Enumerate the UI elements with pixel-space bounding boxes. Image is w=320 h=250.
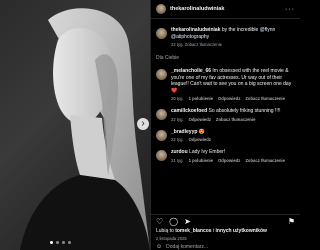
comment-user[interactable]: camillckoefoed — [171, 108, 207, 114]
translate-button[interactable]: Zobacz tłumaczenie — [216, 117, 256, 122]
reply-button[interactable]: Odpowiedz — [189, 117, 211, 122]
comments-list[interactable]: thekarolinaludwiniak by the incredible @… — [151, 20, 300, 214]
carousel-dot — [50, 241, 53, 244]
comment: _melancholie_66 Im obsessed with the ree… — [156, 68, 295, 101]
commenter-avatar[interactable] — [156, 69, 167, 80]
comment-user[interactable]: _bradleyyp — [171, 129, 197, 135]
comment-input[interactable] — [166, 244, 295, 250]
likes-summary[interactable]: Lubią to tomek_blancos i innych użytkown… — [156, 228, 295, 234]
comment-time: 20 tyg. — [171, 96, 184, 101]
comment: _bradleyyp 😍 22 tyg. Odpowiedz — [156, 128, 295, 142]
carousel-dot — [62, 241, 65, 244]
action-bar: ♡ ◯ ➤ ⚑ — [156, 215, 295, 228]
emoji-icon[interactable]: ☺ — [156, 244, 162, 250]
author-avatar[interactable] — [156, 4, 166, 14]
comment-user[interactable]: _melancholie_66 — [171, 68, 211, 74]
caption-meta: 22 tyg. Zobacz tłumaczenie — [171, 42, 222, 47]
likes-prefix: Lubią to — [156, 228, 174, 234]
caption-mention[interactable]: @flynn — [260, 27, 276, 33]
reply-button[interactable]: Odpowiedz — [218, 96, 240, 101]
carousel-dot — [56, 241, 59, 244]
translate-button[interactable]: Zobacz tłumaczenie — [245, 158, 285, 163]
comment-time: 22 tyg. — [171, 137, 184, 142]
post-footer: ♡ ◯ ➤ ⚑ Lubią to tomek_blancos i innych … — [151, 214, 300, 250]
likes-user[interactable]: tomek_blancos — [175, 228, 211, 234]
comment-time: 22 tyg. — [171, 116, 184, 122]
caption-text: by the incredible — [221, 27, 259, 33]
more-options-icon[interactable]: ··· — [285, 6, 295, 13]
carousel-dot — [68, 241, 71, 244]
author-name[interactable]: thekarolinaludwiniak — [170, 6, 224, 12]
post-header: thekarolinaludwiniak ··· — [151, 0, 300, 19]
carousel-next-button[interactable]: › — [137, 118, 149, 130]
caption: thekarolinaludwiniak by the incredible @… — [156, 27, 295, 47]
comment-user[interactable]: zurdou — [171, 149, 188, 155]
comment-text: So absolutely friking stunning !!!! — [208, 108, 281, 114]
reply-button[interactable]: Odpowiedz — [218, 158, 240, 163]
bookmark-icon[interactable]: ⚑ — [288, 217, 295, 226]
comment-icon[interactable]: ◯ — [169, 217, 178, 226]
share-icon[interactable]: ➤ — [184, 217, 191, 226]
caption-mention[interactable]: @atiphotography — [171, 34, 209, 40]
comment: camillckoefoed So absolutely friking stu… — [156, 108, 295, 122]
portrait-image — [20, 8, 150, 250]
post-details-panel: thekarolinaludwiniak ··· thekarolinaludw… — [150, 0, 300, 250]
comment-text: Lady Ivy Ember! — [189, 149, 226, 155]
comment-likes[interactable]: 1 polubienie — [189, 96, 213, 101]
heart-icon[interactable]: ♡ — [156, 217, 163, 226]
carousel-dots — [50, 241, 71, 244]
likes-suffix: i — [212, 228, 215, 234]
comment-time: 21 tyg. — [171, 157, 184, 163]
section-label: Dla Ciebie — [156, 55, 180, 61]
commenter-avatar[interactable] — [156, 150, 167, 161]
reply-button[interactable]: Odpowiedz — [189, 137, 211, 142]
comment: zurdou Lady Ivy Ember! 21 tyg. 1 polubie… — [156, 149, 295, 163]
likes-others[interactable]: innych użytkowników — [216, 228, 267, 234]
commenter-avatar[interactable] — [156, 109, 167, 120]
post-photo: › — [0, 0, 150, 250]
comment-likes[interactable]: 1 polubienie — [189, 158, 213, 163]
post-date: 2 listopada 2025 — [156, 236, 187, 241]
author-avatar[interactable] — [156, 28, 167, 39]
comment-text: 😍 — [198, 128, 206, 135]
caption-author[interactable]: thekarolinaludwiniak — [171, 27, 220, 33]
comment-composer: ☺ — [156, 244, 295, 250]
commenter-avatar[interactable] — [156, 129, 167, 141]
translate-button[interactable]: Zobacz tłumaczenie — [245, 96, 285, 101]
